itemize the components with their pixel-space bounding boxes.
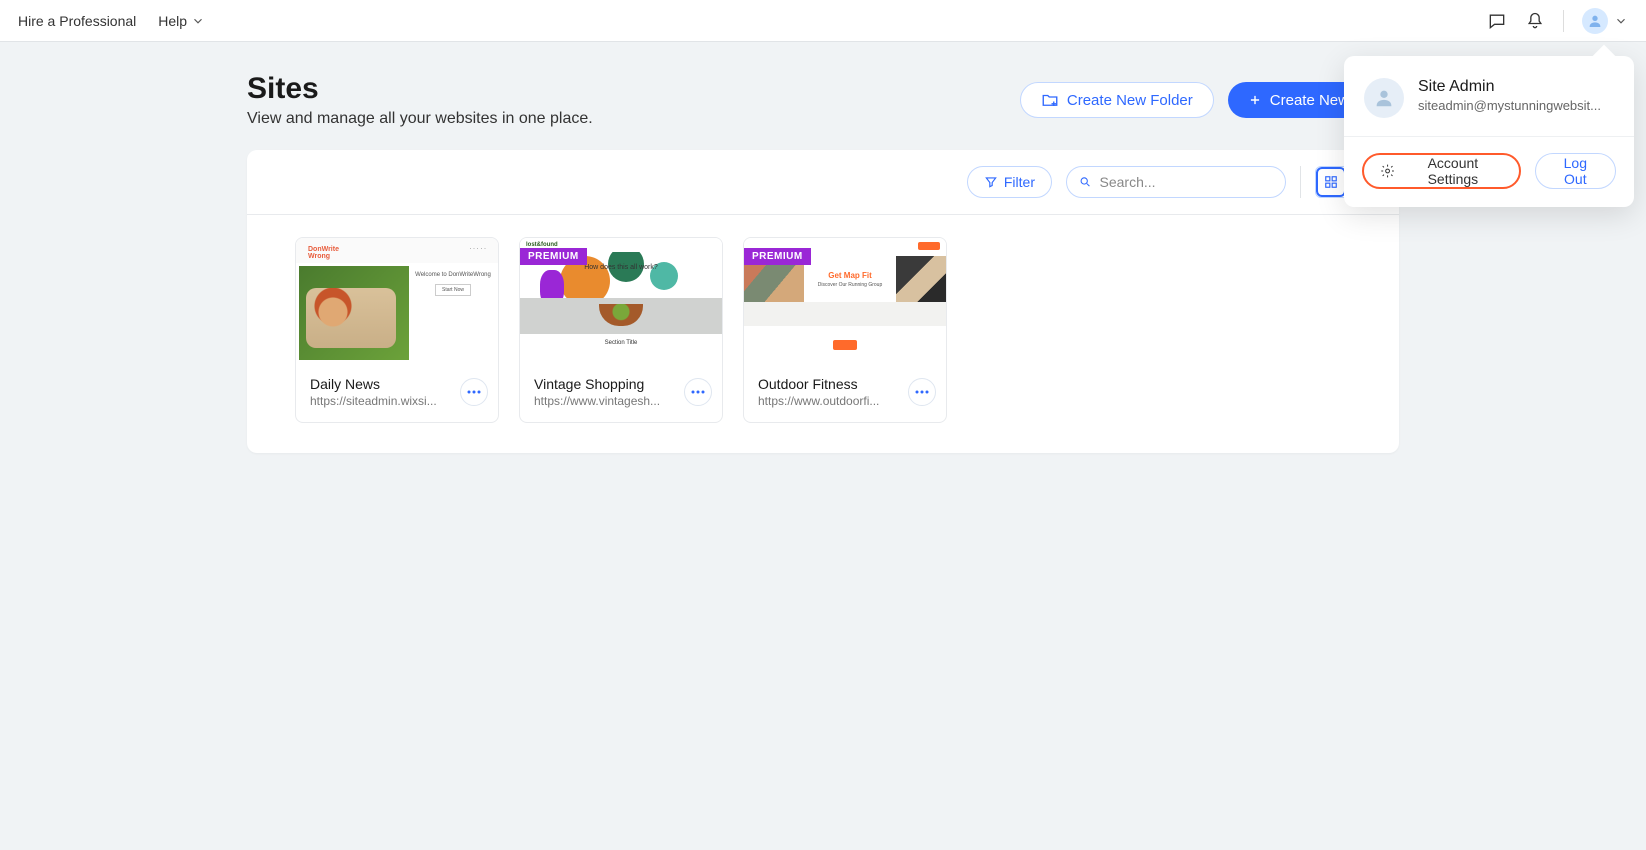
help-menu[interactable]: Help [158,13,205,29]
divider [1563,10,1564,32]
page-title: Sites [247,72,593,106]
create-folder-label: Create New Folder [1067,92,1193,109]
search-input[interactable] [1100,174,1273,190]
chevron-down-icon [191,14,205,28]
avatar [1582,8,1608,34]
page-subtitle: View and manage all your websites in one… [247,110,593,128]
thumb-text: Discover Our Running Group [818,282,882,288]
help-label: Help [158,13,187,29]
site-url: https://www.outdoorfi... [758,394,898,408]
account-settings-label: Account Settings [1403,155,1502,187]
account-name: Site Admin [1418,78,1601,96]
top-bar: Hire a Professional Help [0,0,1646,42]
chevron-down-icon [1614,14,1628,28]
search-input-wrap[interactable] [1066,166,1286,198]
hire-professional-link[interactable]: Hire a Professional [18,13,136,29]
account-email: siteadmin@mystunningwebsit... [1418,98,1601,113]
thumb-text: How does this all work? [520,264,722,271]
site-card[interactable]: PREMIUM Get Map Fit Discover Our Running… [743,237,947,423]
avatar [1364,78,1404,118]
thumb-text: Section Title [520,334,722,364]
chat-icon[interactable] [1487,11,1507,31]
grid-icon [1324,175,1338,189]
thumb-logo: DonWrite Wrong [308,246,339,256]
create-new-folder-button[interactable]: Create New Folder [1020,82,1214,118]
thumb-text: Start Now [435,284,471,296]
more-icon [915,390,929,394]
site-more-button[interactable] [908,378,936,406]
filter-icon [984,175,998,189]
more-icon [467,390,481,394]
filter-label: Filter [1004,174,1035,190]
thumb-text: Get Map Fit [828,271,872,280]
site-url: https://www.vintagesh... [534,394,674,408]
folder-plus-icon [1041,91,1059,109]
more-icon [691,390,705,394]
site-more-button[interactable] [684,378,712,406]
log-out-button[interactable]: Log Out [1535,153,1616,189]
filter-button[interactable]: Filter [967,166,1052,198]
premium-badge: PREMIUM [744,248,811,265]
site-card[interactable]: DonWrite Wrong· · · · · Welcome to DonWr… [295,237,499,423]
grid-view-button[interactable] [1316,167,1346,197]
gear-icon [1380,163,1395,179]
site-more-button[interactable] [460,378,488,406]
bell-icon[interactable] [1525,11,1545,31]
divider [1300,166,1301,198]
site-card[interactable]: PREMIUM lost&found How does this all wor… [519,237,723,423]
premium-badge: PREMIUM [520,248,587,265]
account-settings-button[interactable]: Account Settings [1362,153,1521,189]
plus-icon [1248,93,1262,107]
thumb-text: Welcome to DonWriteWrong [414,272,492,278]
log-out-label: Log Out [1552,155,1599,187]
search-icon [1079,175,1092,189]
account-menu-button[interactable] [1582,8,1628,34]
site-url: https://siteadmin.wixsi... [310,394,450,408]
site-thumbnail: DonWrite Wrong· · · · · Welcome to DonWr… [296,238,498,364]
account-dropdown: Site Admin siteadmin@mystunningwebsit...… [1344,56,1634,207]
